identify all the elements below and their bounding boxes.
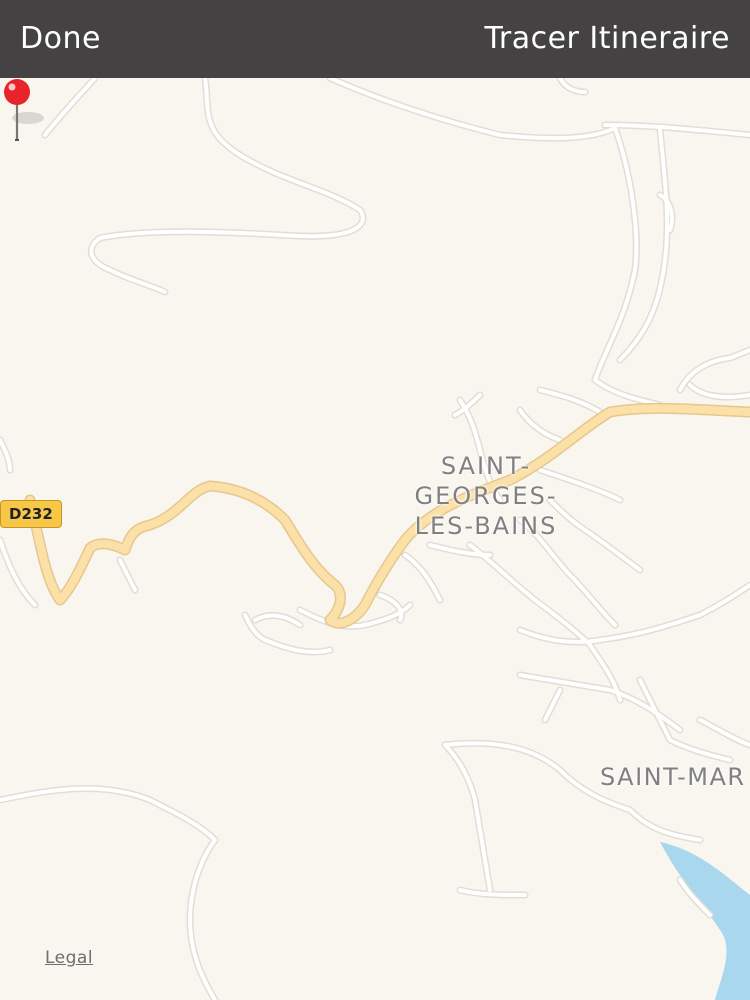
map-view[interactable]: D232 SAINT- GEORGES- LES-BAINS SAINT-MAR…: [0, 78, 750, 1000]
legal-link[interactable]: Legal: [45, 948, 93, 968]
map-roads: [0, 78, 750, 1000]
navigation-bar: Done Tracer Itineraire: [0, 0, 750, 78]
road-shield-d232: D232: [0, 500, 62, 528]
location-pin-icon[interactable]: [0, 78, 60, 148]
tracer-itineraire-button[interactable]: Tracer Itineraire: [484, 20, 730, 58]
water-body: [660, 842, 750, 1000]
place-label-saint-georges-les-bains: SAINT- GEORGES- LES-BAINS: [414, 452, 558, 540]
done-button[interactable]: Done: [20, 20, 101, 58]
place-label-saint-mar: SAINT-MAR: [600, 763, 746, 791]
